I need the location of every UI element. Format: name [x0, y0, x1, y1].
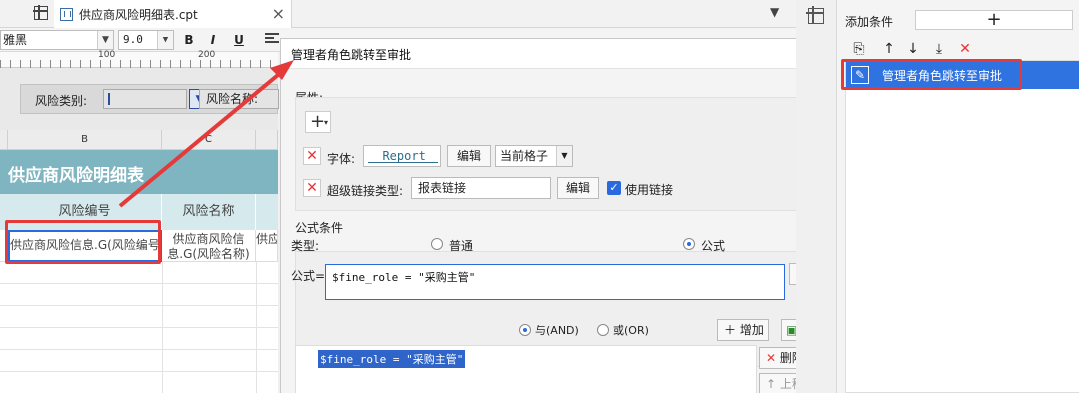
- font-preview-text: _ Report_: [368, 149, 434, 163]
- and-label: 与(AND): [535, 324, 579, 337]
- edit-font-button[interactable]: 编辑: [447, 145, 491, 167]
- arrow-up-icon[interactable]: ↑: [881, 40, 897, 58]
- scope-value: 当前格子: [500, 149, 549, 163]
- formula-input[interactable]: $fine_role = "采购主管": [325, 264, 785, 300]
- add-condition-label: 添加条件: [845, 15, 894, 29]
- formula-label: 公式=: [291, 269, 326, 283]
- grid-line: [256, 262, 257, 393]
- param-category-input[interactable]: [103, 89, 187, 109]
- param-label-category: 风险类别:: [35, 94, 88, 108]
- scope-select[interactable]: 当前格子 ▼: [495, 145, 573, 167]
- chevron-down-icon[interactable]: ▼: [556, 146, 572, 166]
- tab-report-file[interactable]: 供应商风险明细表.cpt ×: [54, 0, 292, 28]
- align-left-icon[interactable]: [264, 31, 280, 47]
- right-toolbar-strip: [796, 0, 836, 393]
- font-size-select[interactable]: 9.0 ▼: [118, 30, 174, 50]
- font-family-select[interactable]: 雅黑 ▼: [0, 30, 114, 50]
- dialog-body: 属性: +▾ ✕ 字体: _ Report_ 编辑 当前格子▼ ✕ 超级链接类型…: [281, 69, 837, 393]
- parameter-box: 风险类别: ▼ 风险名称:: [20, 84, 279, 114]
- chevron-down-icon[interactable]: ▼: [97, 31, 113, 49]
- tab-menu-down-icon[interactable]: ▼: [770, 5, 779, 19]
- arrow-down-icon[interactable]: ↓: [905, 40, 921, 58]
- arrow-up-icon: ↑: [766, 377, 777, 391]
- bold-button[interactable]: B: [180, 31, 198, 49]
- radio-or[interactable]: [597, 324, 609, 336]
- text-cursor: [108, 93, 110, 105]
- tab-title: 供应商风险明细表.cpt: [79, 7, 198, 22]
- condition-dialog: 管理者角色跳转至审批 属性: +▾ ✕ 字体: _ Report_ 编辑 当前格…: [280, 38, 838, 393]
- cell-attribute-icon[interactable]: [806, 6, 824, 24]
- highlight-box-cell: [5, 220, 161, 264]
- cell-next[interactable]: 供应: [256, 230, 278, 262]
- remove-font-icon[interactable]: ✕: [303, 147, 321, 165]
- close-icon[interactable]: ×: [272, 4, 285, 23]
- condition-list-panel: ✎ 管理者角色跳转至审批: [845, 60, 1079, 393]
- chevron-down-icon[interactable]: ▼: [157, 31, 173, 49]
- col-head-b[interactable]: B: [8, 130, 162, 150]
- report-title-row: 供应商风险明细表: [0, 150, 278, 194]
- col-head-c[interactable]: C: [162, 130, 256, 150]
- col-head-a: [0, 130, 8, 150]
- dialog-title-bar: 管理者角色跳转至审批: [281, 39, 837, 69]
- radio-formula[interactable]: [683, 238, 695, 250]
- param-name-field[interactable]: 风险名称:: [199, 89, 279, 109]
- cell-risk-name[interactable]: 供应商风险信息.G(风险名称): [162, 230, 256, 262]
- ruler-ticks: [0, 60, 278, 68]
- ruler: 100 200: [0, 50, 278, 68]
- condition-list: $fine_role = "采购主管": [295, 345, 757, 393]
- empty-rows: [0, 262, 278, 393]
- font-preview: _ Report_: [363, 145, 441, 167]
- app-window: 供应商风险明细表.cpt × ▼ 雅黑 ▼ 9.0 ▼ B I U 100 20…: [0, 0, 1079, 393]
- underline-button[interactable]: U: [230, 31, 248, 49]
- delete-icon[interactable]: ✕: [957, 40, 973, 58]
- use-link-label: 使用链接: [625, 183, 674, 197]
- param-label-name: 风险名称:: [206, 92, 259, 106]
- grid-line: [162, 262, 163, 393]
- parameter-pane: 风险类别: ▼ 风险名称:: [0, 68, 279, 130]
- font-preview-underline: [368, 162, 438, 163]
- ruler-mark-200: 200: [198, 50, 216, 60]
- font-size-value: 9.0: [123, 33, 143, 46]
- font-family-value: 雅黑: [3, 33, 28, 47]
- italic-button[interactable]: I: [204, 31, 222, 49]
- add-button[interactable]: ＋ 增加: [717, 319, 769, 341]
- tab-bar: 供应商风险明细表.cpt × ▼: [0, 0, 796, 28]
- add-condition-button[interactable]: +: [915, 10, 1073, 30]
- dialog-title: 管理者角色跳转至审批: [291, 48, 412, 62]
- add-attribute-button[interactable]: + ▾: [305, 111, 331, 133]
- font-label: 字体:: [327, 152, 356, 166]
- ruler-mark-100: 100: [98, 50, 116, 60]
- hyperlink-type-input[interactable]: 报表链接: [411, 177, 551, 199]
- add-label: 增加: [739, 323, 764, 337]
- report-title[interactable]: 供应商风险明细表: [8, 161, 144, 186]
- type-label: 类型:: [291, 239, 320, 253]
- type-formula-label: 公式: [701, 239, 726, 253]
- header-cell-risk-name[interactable]: 风险名称: [162, 194, 256, 230]
- radio-and[interactable]: [519, 324, 531, 336]
- radio-normal[interactable]: [431, 238, 443, 250]
- condition-list-item[interactable]: $fine_role = "采购主管": [318, 350, 466, 368]
- col-head-d[interactable]: [256, 130, 278, 150]
- formula-condition-label: 公式条件: [295, 221, 344, 235]
- move-bottom-icon[interactable]: ⤓: [931, 40, 947, 58]
- edit-hyperlink-button[interactable]: 编辑: [557, 177, 599, 199]
- delete-icon: ✕: [766, 351, 777, 365]
- or-label: 或(OR): [613, 324, 649, 337]
- highlight-box-condition: [841, 59, 1022, 90]
- grid-icon[interactable]: [33, 5, 48, 20]
- type-normal-label: 普通: [449, 239, 474, 253]
- copy-icon[interactable]: ⎘: [851, 40, 867, 58]
- hyperlink-type-label: 超级链接类型:: [327, 184, 404, 198]
- use-link-checkbox[interactable]: ✓: [607, 181, 621, 195]
- report-file-icon: [60, 7, 73, 21]
- remove-hyperlink-icon[interactable]: ✕: [303, 179, 321, 197]
